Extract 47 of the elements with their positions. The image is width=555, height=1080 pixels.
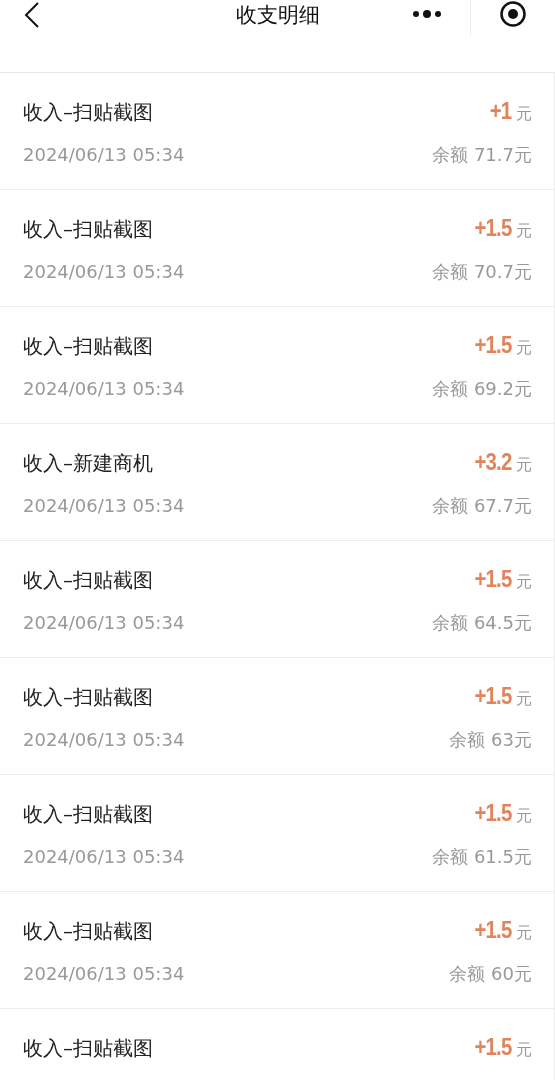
record-date: 2024/06/13 05:34: [23, 495, 185, 516]
record-date: 2024/06/13 05:34: [23, 378, 185, 399]
amount: +1: [489, 97, 511, 125]
record-title: 收入–扫贴截图: [23, 1035, 153, 1062]
currency-unit: 元: [516, 572, 532, 593]
record-date: 2024/06/13 05:34: [23, 612, 185, 633]
record-title: 收入–扫贴截图: [23, 684, 153, 711]
record-title: 收入–扫贴截图: [23, 918, 153, 945]
record-title: 收入–扫贴截图: [23, 216, 153, 243]
currency-unit: 元: [516, 1040, 532, 1061]
amount: +1.5: [474, 331, 511, 359]
currency-unit: 元: [516, 923, 532, 944]
balance: 余额 63元: [449, 728, 532, 752]
record-title: 收入–扫贴截图: [23, 333, 153, 360]
balance: 余额 60元: [449, 962, 532, 986]
amount: +3.2: [474, 448, 511, 476]
currency-unit: 元: [516, 806, 532, 827]
balance: 余额 71.7元: [432, 143, 532, 167]
target-icon[interactable]: [500, 1, 526, 27]
balance: 余额 69.2元: [432, 377, 532, 401]
back-icon[interactable]: [24, 2, 40, 28]
currency-unit: 元: [516, 221, 532, 242]
currency-unit: 元: [516, 338, 532, 359]
record-date: 2024/06/13 05:34: [23, 261, 185, 282]
record-date: 2024/06/13 05:34: [23, 144, 185, 165]
amount: +1.5: [474, 799, 511, 827]
record-date: 2024/06/13 05:34: [23, 963, 185, 984]
record-title: 收入–扫贴截图: [23, 801, 153, 828]
record-date: 2024/06/13 05:34: [23, 846, 185, 867]
balance: 余额 67.7元: [432, 494, 532, 518]
record-title: 收入–扫贴截图: [23, 567, 153, 594]
record-title: 收入–新建商机: [23, 450, 153, 477]
currency-unit: 元: [516, 104, 532, 125]
page-title: 收支明细: [235, 2, 320, 28]
amount: +1.5: [474, 916, 511, 944]
balance: 余额 70.7元: [432, 260, 532, 284]
balance: 余额 64.5元: [432, 611, 532, 635]
more-icon[interactable]: [413, 10, 441, 18]
currency-unit: 元: [516, 689, 532, 710]
amount: +1.5: [474, 1033, 511, 1061]
amount: +1.5: [474, 214, 511, 242]
record-date: 2024/06/13 05:34: [23, 729, 185, 750]
balance: 余额 61.5元: [432, 845, 532, 869]
amount: +1.5: [474, 682, 511, 710]
record-title: 收入–扫贴截图: [23, 99, 153, 126]
amount: +1.5: [474, 565, 511, 593]
currency-unit: 元: [516, 455, 532, 476]
